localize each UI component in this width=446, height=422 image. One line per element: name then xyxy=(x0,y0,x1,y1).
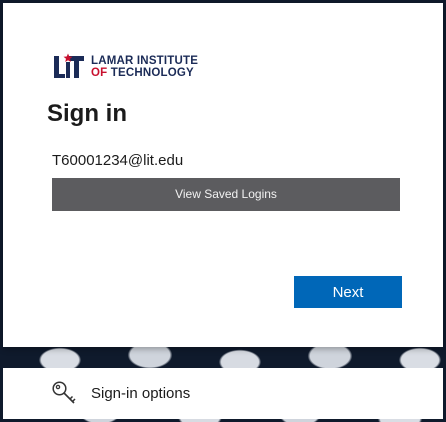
logo-line2: OF TECHNOLOGY xyxy=(91,67,198,79)
logo-line1: LAMAR INSTITUTE xyxy=(91,55,199,67)
signin-card: LAMAR INSTITUTE OF TECHNOLOGY Sign in Vi… xyxy=(3,3,443,347)
signin-options-button[interactable]: Sign-in options xyxy=(3,368,443,419)
logo-of: OF xyxy=(91,67,108,79)
next-button[interactable]: Next xyxy=(294,276,402,308)
lit-logo-text: LAMAR INSTITUTE OF TECHNOLOGY xyxy=(91,55,198,79)
username-input[interactable] xyxy=(50,149,400,171)
username-field-wrap xyxy=(50,149,400,171)
lit-logo-mark xyxy=(54,53,84,78)
lit-logo: LAMAR INSTITUTE OF TECHNOLOGY xyxy=(53,53,198,81)
logo-technology: TECHNOLOGY xyxy=(110,67,194,79)
view-saved-logins-button[interactable]: View Saved Logins xyxy=(52,178,400,211)
page-title: Sign in xyxy=(47,100,127,127)
signin-options-label: Sign-in options xyxy=(91,385,191,402)
key-icon xyxy=(52,381,76,404)
